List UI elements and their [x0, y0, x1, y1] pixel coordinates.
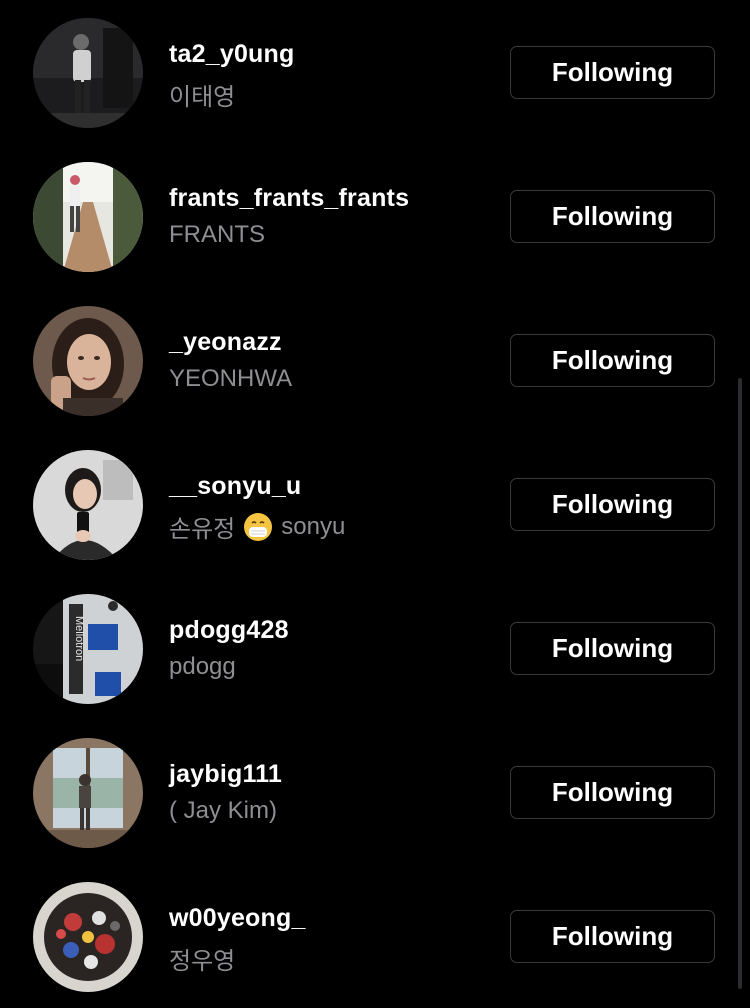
- avatar[interactable]: Mellotron: [33, 594, 143, 704]
- person-at-window-photo: [33, 738, 143, 848]
- avatar[interactable]: [33, 882, 143, 992]
- svg-text:Mellotron: Mellotron: [73, 616, 85, 661]
- following-button[interactable]: Following: [510, 190, 715, 243]
- list-item[interactable]: __sonyu_u 손유정 sonyu Following: [0, 432, 750, 576]
- mellotron-keyboard-photo: Mellotron: [33, 594, 143, 704]
- following-button[interactable]: Following: [510, 334, 715, 387]
- username[interactable]: frants_frants_frants: [169, 184, 409, 213]
- username[interactable]: w00yeong_: [169, 904, 306, 933]
- list-item[interactable]: jaybig111 ( Jay Kim) Following: [0, 720, 750, 864]
- full-name: 정우영: [169, 941, 235, 976]
- full-name: 손유정 sonyu: [169, 509, 345, 544]
- following-button[interactable]: Following: [510, 766, 715, 819]
- following-button[interactable]: Following: [510, 622, 715, 675]
- list-item[interactable]: frants_frants_frants FRANTS Following: [0, 144, 750, 288]
- following-button[interactable]: Following: [510, 478, 715, 531]
- full-name-text: pdogg: [169, 653, 236, 680]
- full-name: 이태영: [169, 77, 235, 112]
- username[interactable]: jaybig111: [169, 760, 282, 789]
- username[interactable]: pdogg428: [169, 616, 289, 645]
- full-name: YEONHWA: [169, 365, 292, 393]
- avatar[interactable]: [33, 450, 143, 560]
- full-name-text: 이태영: [169, 84, 236, 111]
- full-name: FRANTS: [169, 221, 265, 249]
- avatar[interactable]: [33, 18, 143, 128]
- person-walkway-photo: [33, 162, 143, 272]
- list-item[interactable]: _yeonazz YEONHWA Following: [0, 288, 750, 432]
- full-name-text: 정우영: [169, 948, 236, 975]
- following-button[interactable]: Following: [510, 46, 715, 99]
- full-name-suffix: sonyu: [281, 512, 346, 540]
- list-item[interactable]: w00yeong_ 정우영 Following: [0, 864, 750, 1008]
- full-name-text: ( Jay Kim): [169, 797, 277, 824]
- person-dark-room-photo: [33, 18, 143, 128]
- username[interactable]: _yeonazz: [169, 328, 282, 357]
- username[interactable]: __sonyu_u: [169, 472, 301, 501]
- full-name-text: YEONHWA: [169, 365, 293, 392]
- username[interactable]: ta2_y0ung: [169, 40, 294, 69]
- list-item[interactable]: ta2_y0ung 이태영 Following: [0, 0, 750, 144]
- following-button[interactable]: Following: [510, 910, 715, 963]
- avatar[interactable]: [33, 162, 143, 272]
- face-with-medical-mask-icon: [244, 512, 273, 541]
- full-name: ( Jay Kim): [169, 797, 277, 825]
- scrollbar[interactable]: [738, 378, 742, 989]
- full-name-text: FRANTS: [169, 221, 265, 248]
- avatar[interactable]: [33, 738, 143, 848]
- woman-portrait-photo: [33, 306, 143, 416]
- mirror-selfie-photo: [33, 450, 143, 560]
- avatar[interactable]: [33, 306, 143, 416]
- list-item[interactable]: Mellotron pdogg428 pdogg Following: [0, 576, 750, 720]
- full-name: pdogg: [169, 653, 236, 681]
- full-name-text: 손유정: [169, 516, 236, 543]
- colorful-collage-photo: [33, 882, 143, 992]
